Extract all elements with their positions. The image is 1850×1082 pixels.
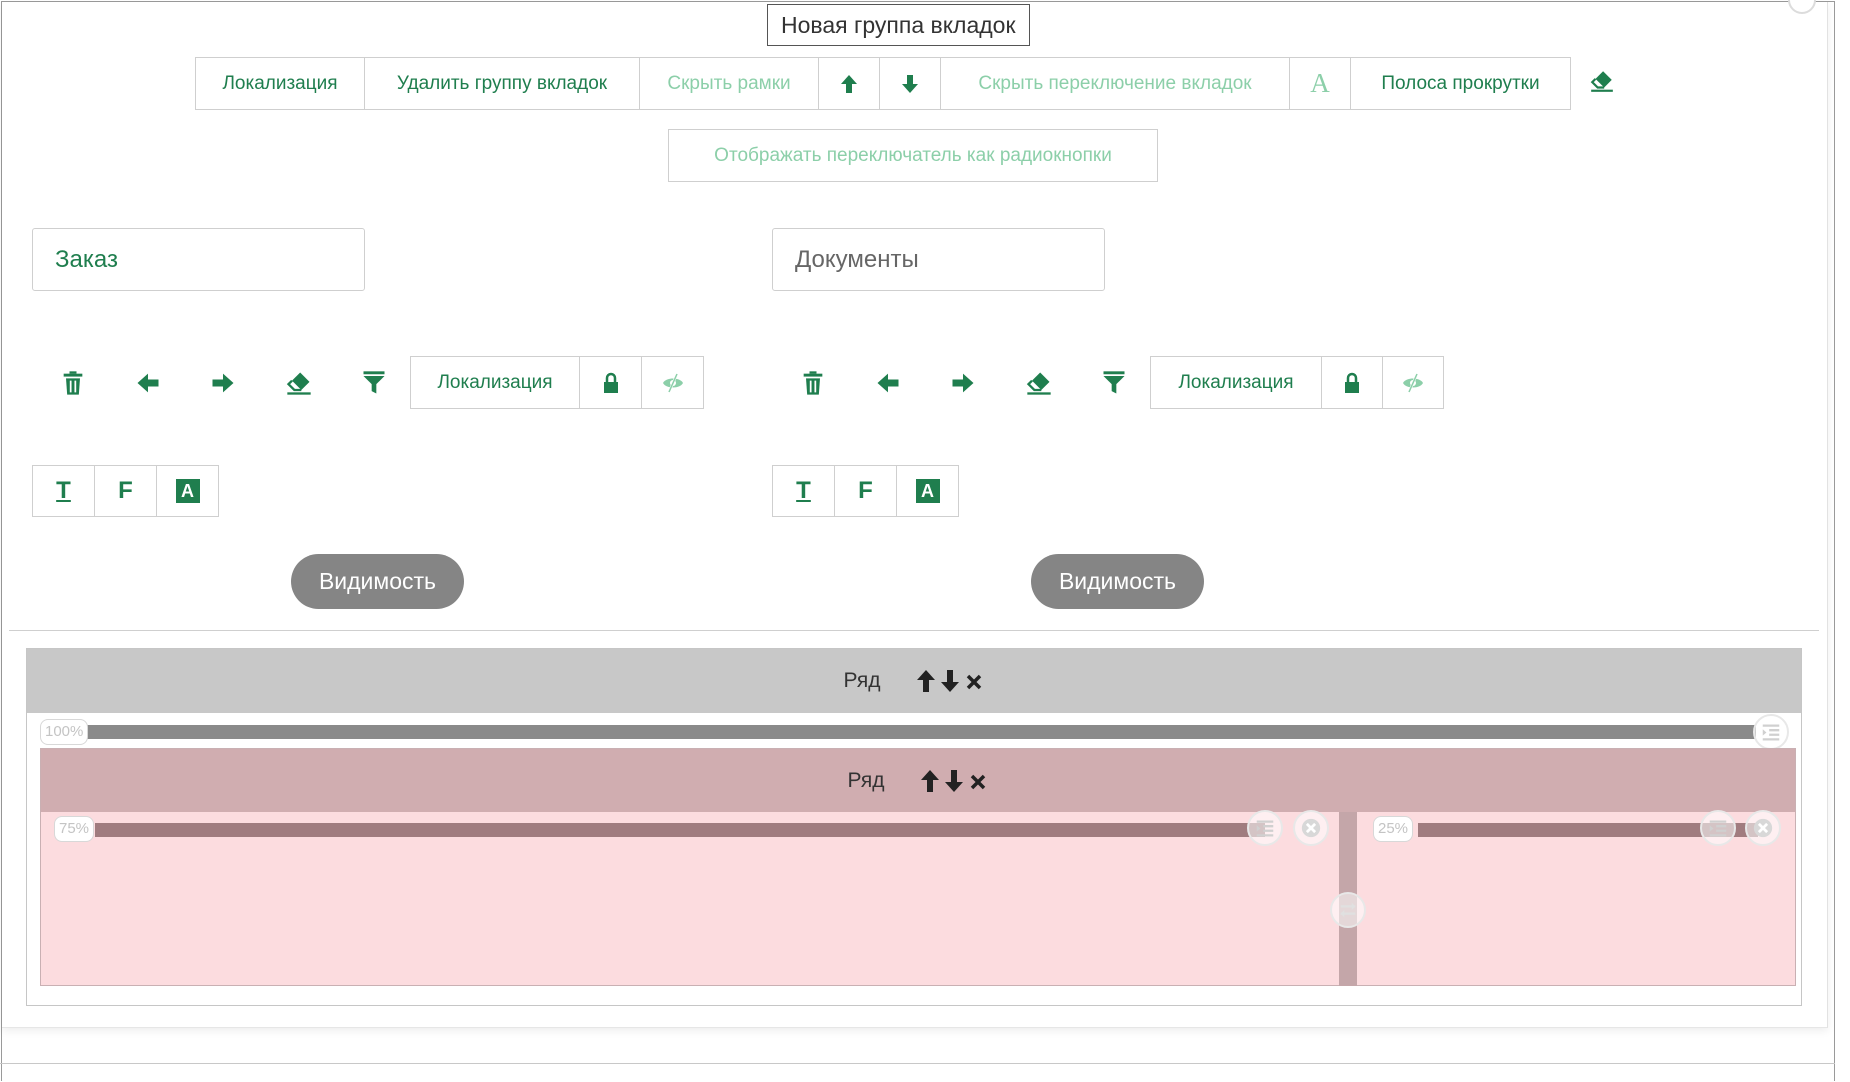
eraser-icon[interactable] xyxy=(1024,368,1054,398)
column-width-bar[interactable] xyxy=(95,823,1265,837)
format-field-button[interactable]: F xyxy=(94,465,157,517)
indent-icon[interactable] xyxy=(1247,810,1283,846)
font-button[interactable]: A xyxy=(1289,57,1351,110)
move-up-button[interactable] xyxy=(818,57,880,110)
tab-localization-button[interactable]: Локализация xyxy=(1150,356,1322,409)
field-format-icon: F xyxy=(118,477,133,504)
localization-label: Локализация xyxy=(222,72,338,94)
visibility-button[interactable]: Видимость xyxy=(291,554,464,609)
text-format-icon: T xyxy=(796,477,811,504)
visibility-button[interactable]: Видимость xyxy=(1031,554,1204,609)
window-bottom-border xyxy=(0,1063,1835,1064)
filter-icon[interactable] xyxy=(1099,368,1129,398)
hide-tab-button[interactable] xyxy=(641,356,704,409)
tab-group-title[interactable]: Новая группа вкладок xyxy=(767,4,1030,46)
column-width-label: 75% xyxy=(54,816,95,842)
trash-icon[interactable] xyxy=(58,368,88,398)
lock-icon xyxy=(603,372,618,393)
format-appearance-button[interactable]: A xyxy=(896,465,959,517)
move-down-button[interactable] xyxy=(879,57,941,110)
section-divider xyxy=(9,630,1819,631)
tab-localization-button[interactable]: Локализация xyxy=(410,356,580,409)
inner-row-header: Ряд xyxy=(41,749,1795,812)
row-label: Ряд xyxy=(843,669,881,692)
format-text-button[interactable]: T xyxy=(772,465,835,517)
arrow-right-icon[interactable] xyxy=(948,368,978,398)
hide-tab-switch-button[interactable]: Скрыть переключение вкладок xyxy=(940,57,1290,110)
field-format-icon: F xyxy=(858,477,873,504)
swap-icon[interactable] xyxy=(1330,892,1366,928)
hide-frames-button[interactable]: Скрыть рамки xyxy=(639,57,819,110)
tab-name-field[interactable]: Заказ xyxy=(32,228,365,291)
lock-button[interactable] xyxy=(579,356,642,409)
format-text-button[interactable]: T xyxy=(32,465,95,517)
hide-tab-switch-label: Скрыть переключение вкладок xyxy=(978,72,1252,94)
radio-switch-button[interactable]: Отображать переключатель как радиокнопки xyxy=(668,129,1158,182)
eraser-icon[interactable] xyxy=(1588,66,1616,96)
eye-slash-icon xyxy=(662,372,683,393)
indent-icon[interactable] xyxy=(1700,810,1736,846)
arrow-left-icon[interactable] xyxy=(873,368,903,398)
hide-frames-label: Скрыть рамки xyxy=(667,72,791,94)
arrow-down-icon[interactable] xyxy=(944,769,964,793)
tab-name-field[interactable]: Документы xyxy=(772,228,1105,291)
arrow-up-icon[interactable] xyxy=(916,669,936,693)
format-appearance-button[interactable]: A xyxy=(156,465,219,517)
eraser-icon[interactable] xyxy=(284,368,314,398)
scrollbar-button[interactable]: Полоса прокрутки xyxy=(1350,57,1571,110)
lock-icon xyxy=(1345,372,1359,393)
column-width-label: 100% xyxy=(40,719,89,745)
trash-icon[interactable] xyxy=(798,368,828,398)
font-icon: A xyxy=(1310,68,1330,98)
arrow-right-icon[interactable] xyxy=(208,368,238,398)
tab-localization-label: Локализация xyxy=(437,371,553,393)
lock-button[interactable] xyxy=(1321,356,1383,409)
arrow-down-icon[interactable] xyxy=(940,669,960,693)
filter-icon[interactable] xyxy=(359,368,389,398)
arrow-up-icon xyxy=(841,74,857,93)
tab-localization-label: Локализация xyxy=(1178,371,1294,393)
arrow-left-icon[interactable] xyxy=(133,368,163,398)
close-icon[interactable] xyxy=(1745,810,1781,846)
column-width-label: 25% xyxy=(1373,816,1414,842)
close-icon[interactable] xyxy=(1293,810,1329,846)
delete-tab-group-button[interactable]: Удалить группу вкладок xyxy=(364,57,640,110)
format-field-button[interactable]: F xyxy=(834,465,897,517)
localization-button[interactable]: Локализация xyxy=(195,57,365,110)
appearance-format-icon: A xyxy=(175,479,200,503)
close-icon[interactable] xyxy=(968,769,988,793)
text-format-icon: T xyxy=(56,477,71,504)
scrollbar-label: Полоса прокрутки xyxy=(1381,72,1540,94)
appearance-format-icon: A xyxy=(915,479,940,503)
radio-switch-label: Отображать переключатель как радиокнопки xyxy=(714,144,1112,166)
delete-tab-group-label: Удалить группу вкладок xyxy=(396,72,608,94)
outer-row-header: Ряд xyxy=(27,649,1801,713)
arrow-up-icon[interactable] xyxy=(920,769,940,793)
hide-tab-button[interactable] xyxy=(1382,356,1444,409)
row-label: Ряд xyxy=(847,768,885,792)
arrow-down-icon xyxy=(902,74,918,93)
indent-icon[interactable] xyxy=(1753,714,1789,750)
eye-slash-icon xyxy=(1403,372,1423,393)
column-width-bar[interactable] xyxy=(86,725,1756,739)
close-icon[interactable] xyxy=(964,669,984,693)
